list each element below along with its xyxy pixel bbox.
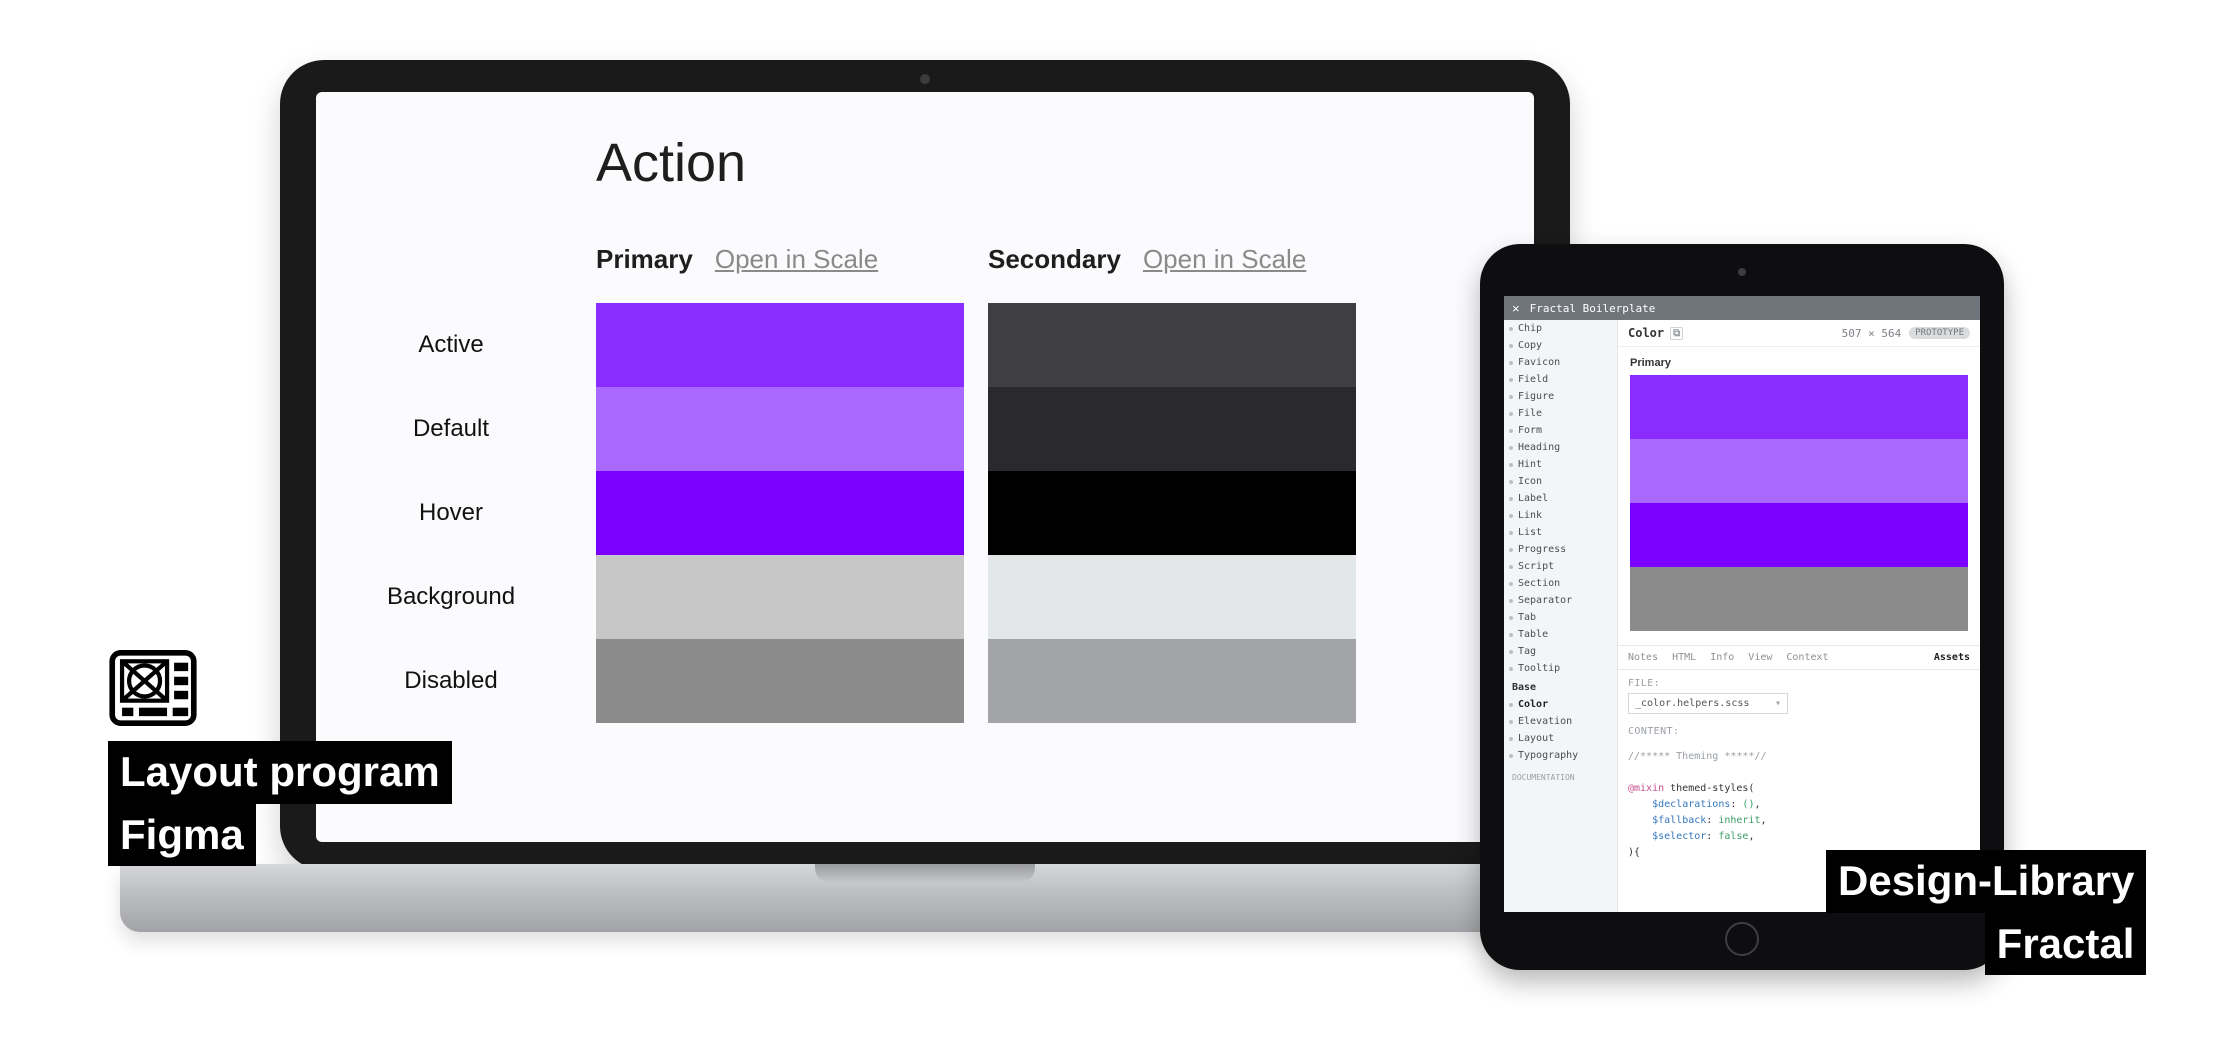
column-header-primary: Primary Open in Scale — [596, 244, 964, 275]
color-swatch-primary[interactable] — [596, 387, 964, 471]
viewport-size: 507 × 564 — [1842, 327, 1902, 340]
sidebar-item[interactable]: Typography — [1504, 747, 1617, 764]
color-stripe — [1630, 375, 1968, 439]
tab-assets[interactable]: Assets — [1934, 652, 1970, 663]
color-swatch-secondary[interactable] — [988, 555, 1356, 639]
file-label: FILE: — [1628, 678, 1970, 689]
sidebar-item[interactable]: Progress — [1504, 541, 1617, 558]
window-titlebar: × Fractal Boilerplate — [1504, 296, 1980, 320]
sidebar-item[interactable]: Icon — [1504, 473, 1617, 490]
fractal-app: × Fractal Boilerplate ChipCopyFaviconFie… — [1504, 296, 1980, 912]
preview-canvas: Primary — [1618, 347, 1980, 645]
content-label: CONTENT: — [1628, 726, 1970, 737]
row-label: Default — [336, 415, 596, 443]
sidebar-item[interactable]: Link — [1504, 507, 1617, 524]
preview-title: Primary — [1630, 357, 1968, 369]
caption-text: Layout program — [108, 741, 452, 804]
tab-view[interactable]: View — [1748, 652, 1772, 663]
color-swatch-secondary[interactable] — [988, 639, 1356, 723]
sidebar-item[interactable]: Layout — [1504, 730, 1617, 747]
color-swatch-primary[interactable] — [596, 555, 964, 639]
sidebar-item[interactable]: Tag — [1504, 643, 1617, 660]
row-label: Background — [336, 583, 596, 611]
color-stripe — [1630, 439, 1968, 503]
status-badge: PROTOTYPE — [1909, 327, 1970, 339]
color-swatch-secondary[interactable] — [988, 471, 1356, 555]
laptop-shell: Action Primary Open in Scale Secondary O… — [280, 60, 1570, 870]
component-header: Color ⧉ 507 × 564 PROTOTYPE — [1618, 320, 1980, 347]
tab-notes[interactable]: Notes — [1628, 652, 1658, 663]
close-icon[interactable]: × — [1512, 301, 1520, 316]
tab-info[interactable]: Info — [1710, 652, 1734, 663]
caption-right: Design-Library Fractal — [1826, 850, 2146, 975]
sidebar-item[interactable]: Script — [1504, 558, 1617, 575]
tab-context[interactable]: Context — [1786, 652, 1828, 663]
color-stripe — [1630, 567, 1968, 631]
sidebar-item[interactable]: Form — [1504, 422, 1617, 439]
caption-text: Figma — [108, 804, 256, 867]
sidebar-item[interactable]: Table — [1504, 626, 1617, 643]
laptop-device: Action Primary Open in Scale Secondary O… — [280, 60, 1570, 930]
sidebar-item[interactable]: List — [1504, 524, 1617, 541]
swatch-row: Default — [336, 387, 1494, 471]
column-title: Primary — [596, 244, 693, 275]
file-select-value: _color.helpers.scss — [1635, 698, 1749, 709]
camera-icon — [920, 74, 930, 84]
sidebar: ChipCopyFaviconFieldFigureFileFormHeadin… — [1504, 320, 1618, 912]
sidebar-item[interactable]: Copy — [1504, 337, 1617, 354]
sidebar-item[interactable]: Elevation — [1504, 713, 1617, 730]
sidebar-item[interactable]: Heading — [1504, 439, 1617, 456]
sidebar-item[interactable]: Tab — [1504, 609, 1617, 626]
caption-text: Fractal — [1985, 913, 2147, 976]
swatch-row: Active — [336, 303, 1494, 387]
tab-html[interactable]: HTML — [1672, 652, 1696, 663]
camera-icon — [1738, 268, 1746, 276]
swatch-row: Hover — [336, 471, 1494, 555]
swatch-row: Disabled — [336, 639, 1494, 723]
open-in-scale-link[interactable]: Open in Scale — [1143, 244, 1306, 275]
copy-icon[interactable]: ⧉ — [1670, 327, 1683, 340]
column-title: Secondary — [988, 244, 1121, 275]
sidebar-item[interactable]: File — [1504, 405, 1617, 422]
sidebar-item[interactable]: Tooltip — [1504, 660, 1617, 677]
sidebar-item[interactable]: Hint — [1504, 456, 1617, 473]
component-title: Color — [1628, 326, 1664, 340]
figma-screen: Action Primary Open in Scale Secondary O… — [316, 92, 1534, 842]
panel-tabs: Notes HTML Info View Context Assets — [1618, 645, 1980, 670]
trackpad-notch — [815, 864, 1035, 882]
sidebar-item[interactable]: Favicon — [1504, 354, 1617, 371]
color-swatch-primary[interactable] — [596, 303, 964, 387]
color-swatch-primary[interactable] — [596, 471, 964, 555]
swatch-row: Background — [336, 555, 1494, 639]
color-swatch-secondary[interactable] — [988, 387, 1356, 471]
sidebar-section: Base — [1504, 677, 1617, 696]
column-header-secondary: Secondary Open in Scale — [988, 244, 1356, 275]
color-swatch-primary[interactable] — [596, 639, 964, 723]
file-select[interactable]: _color.helpers.scss ▾ — [1628, 693, 1788, 714]
caption-left: Layout program Figma — [108, 648, 452, 866]
sidebar-item[interactable]: Color — [1504, 696, 1617, 713]
chevron-down-icon: ▾ — [1775, 698, 1781, 709]
page-title: Action — [596, 132, 1494, 194]
sidebar-item[interactable]: Chip — [1504, 320, 1617, 337]
color-swatch-secondary[interactable] — [988, 303, 1356, 387]
sidebar-item[interactable]: Section — [1504, 575, 1617, 592]
color-stripe — [1630, 503, 1968, 567]
sidebar-item[interactable]: Separator — [1504, 592, 1617, 609]
caption-text: Design-Library — [1826, 850, 2146, 913]
wireframe-icon — [108, 648, 198, 728]
sidebar-item[interactable]: Label — [1504, 490, 1617, 507]
row-label: Hover — [336, 499, 596, 527]
home-button-icon[interactable] — [1725, 922, 1759, 956]
open-in-scale-link[interactable]: Open in Scale — [715, 244, 878, 275]
sidebar-item[interactable]: Field — [1504, 371, 1617, 388]
code-content: //***** Theming *****// @mixin themed-st… — [1628, 749, 1970, 861]
sidebar-item[interactable]: DOCUMENTATION — [1504, 770, 1617, 785]
window-title: Fractal Boilerplate — [1530, 302, 1656, 315]
row-label: Active — [336, 331, 596, 359]
sidebar-item[interactable]: Figure — [1504, 388, 1617, 405]
